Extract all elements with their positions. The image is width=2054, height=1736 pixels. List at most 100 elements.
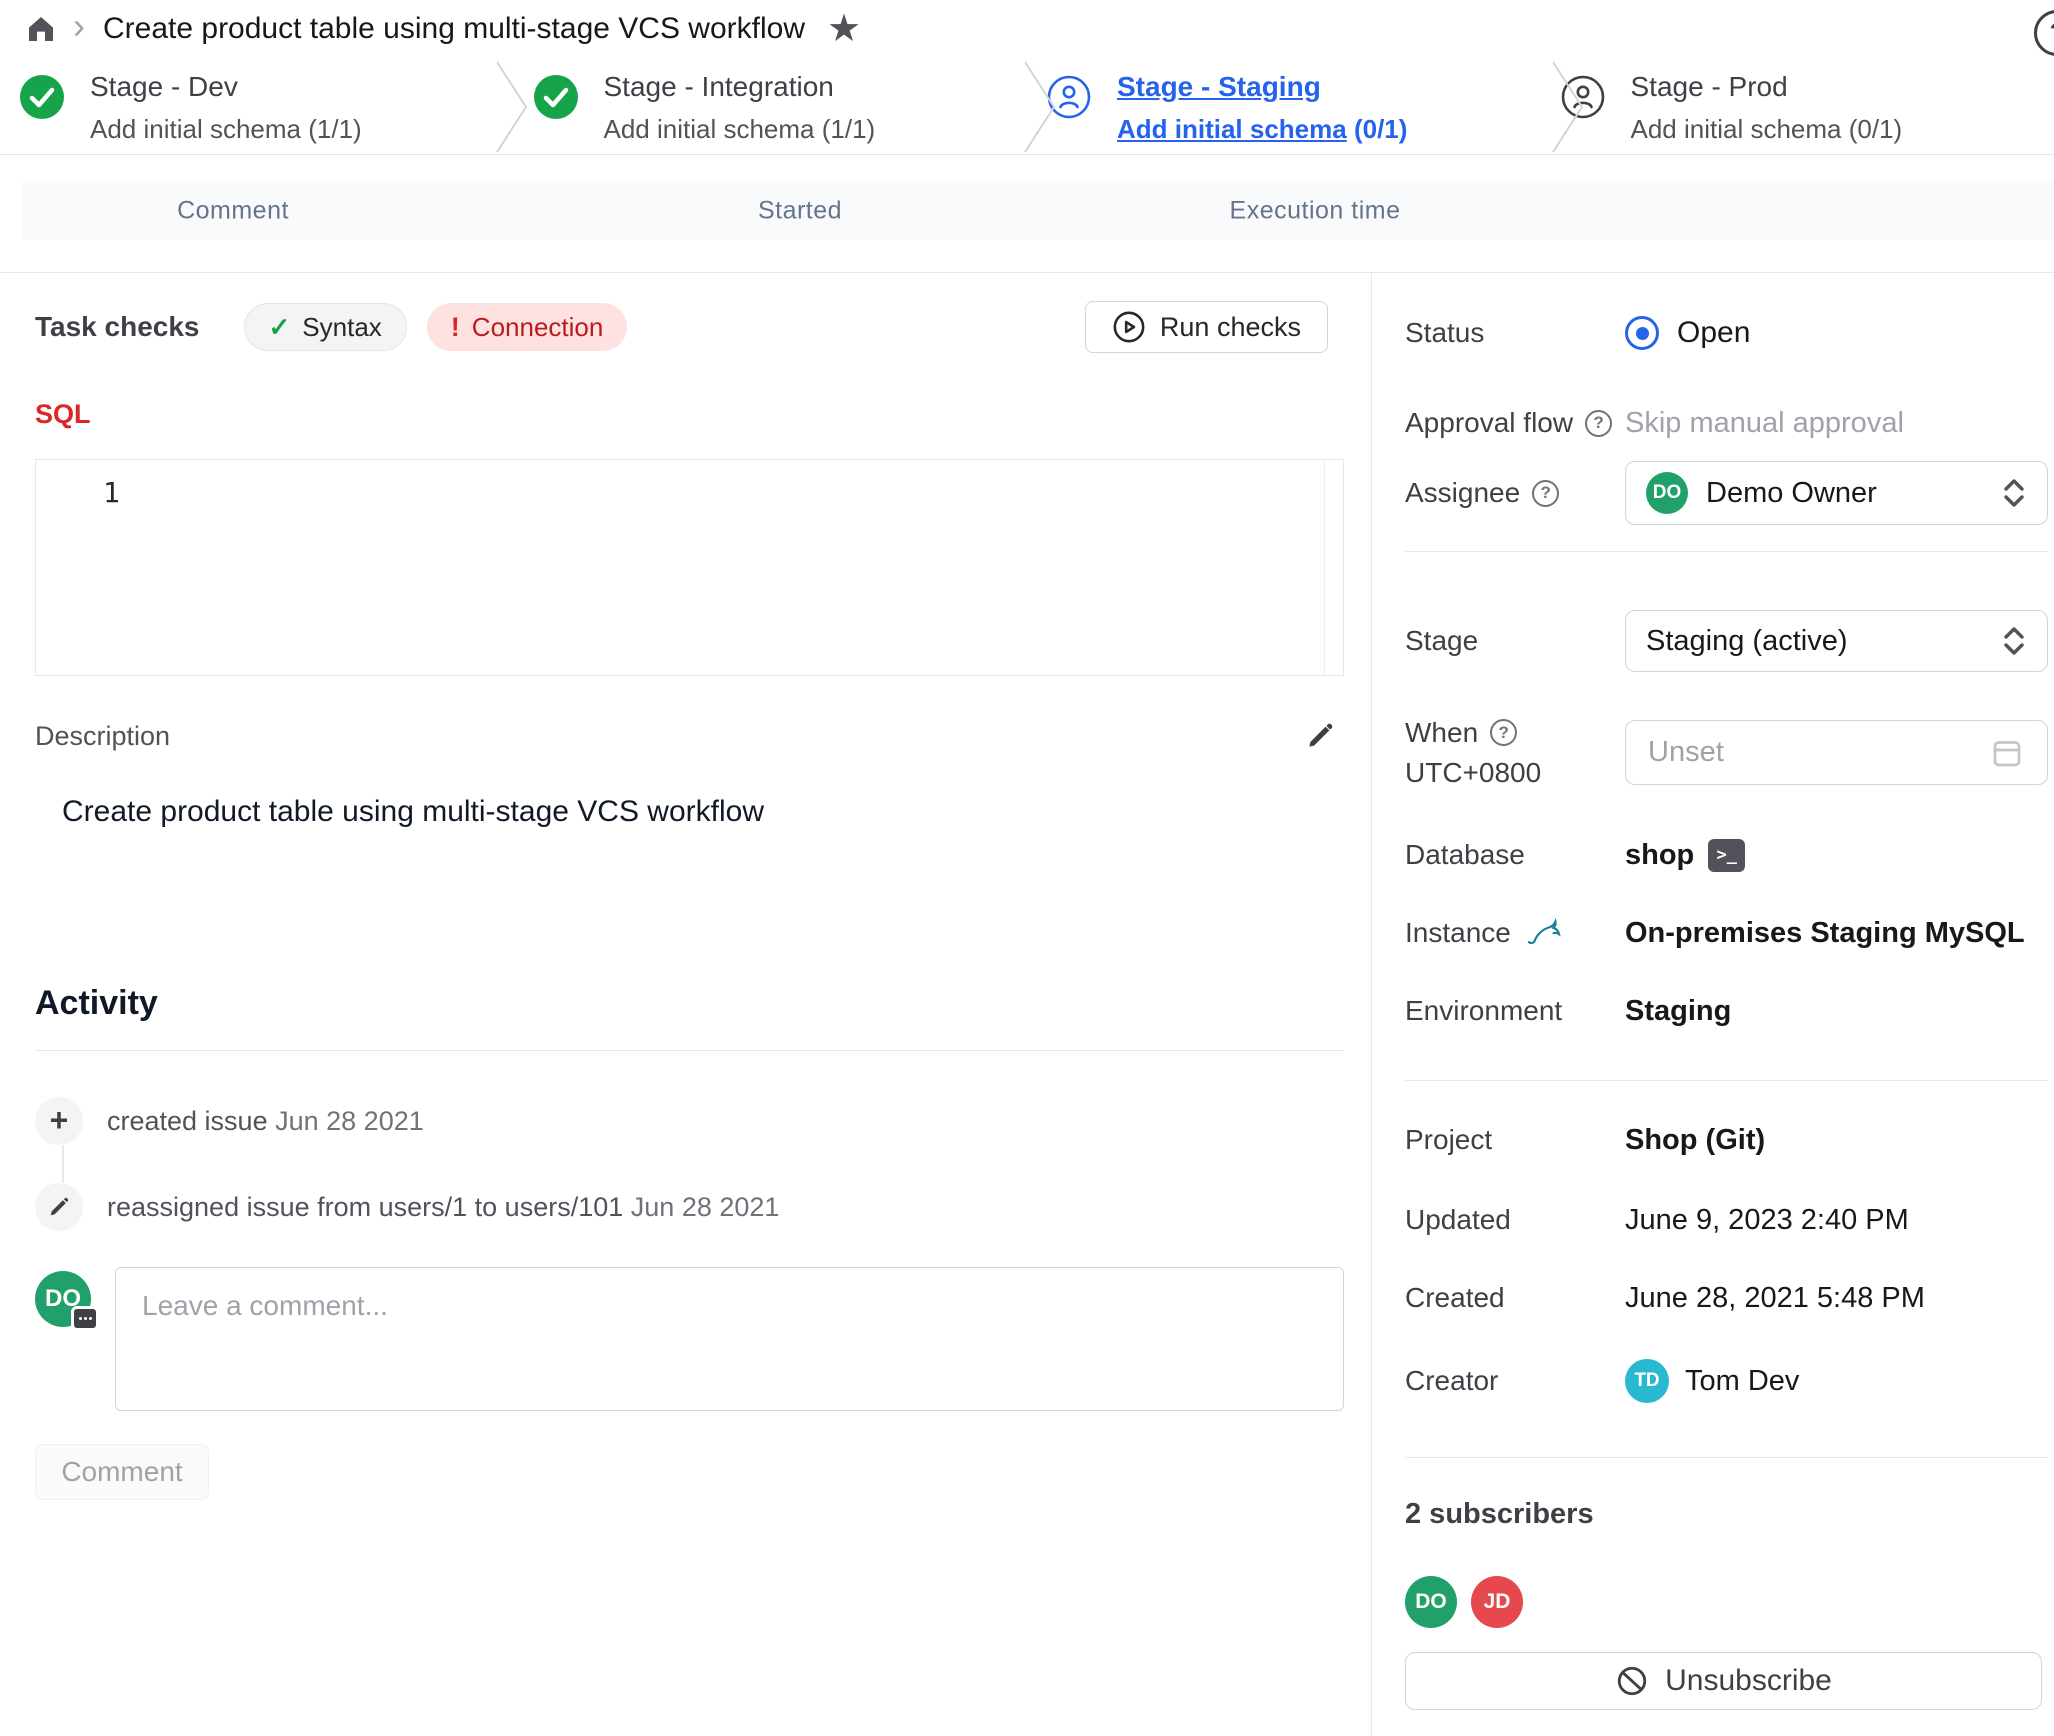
stage-task[interactable]: Add initial schema (1/1) [604,114,876,145]
unsubscribe-button[interactable]: Unsubscribe [1405,1652,2042,1710]
creator-row: Creator TD Tom Dev [1405,1353,2048,1409]
help-icon[interactable]: ? [1490,719,1517,746]
stage-integration[interactable]: Stage - Integration Add initial schema (… [514,58,1028,154]
description-text: Create product table using multi-stage V… [62,792,1344,832]
chevron-up-down-icon [2001,625,2027,657]
creator-value[interactable]: TD Tom Dev [1625,1359,1799,1403]
run-checks-button[interactable]: Run checks [1085,301,1328,353]
when-timezone: UTC+0800 [1405,757,1625,789]
column-started: Started [758,196,842,225]
stage-pipeline: Stage - Dev Add initial schema (1/1) Sta… [0,58,2054,155]
pencil-icon [1304,720,1336,752]
calendar-icon [1989,735,2025,771]
ban-icon [1615,1664,1649,1698]
page-title: Create product table using multi-stage V… [103,12,805,46]
assignee-row: Assignee ? DO Demo Owner [1405,461,2048,525]
stage-task[interactable]: Add initial schema (1/1) [90,114,362,145]
project-row: Project Shop (Git) [1405,1115,2048,1165]
stage-task[interactable]: Add initial schema (0/1) [1631,114,1903,145]
issue-main-panel: Task checks ✓ Syntax ! Connection Run ch… [0,273,1372,1736]
chevron-up-down-icon [2001,477,2027,509]
instance-row: Instance On-premises Staging MySQL [1405,908,2048,958]
approval-flow-label: Approval flow ? [1405,407,1625,439]
stage-select[interactable]: Staging (active) [1625,610,2048,672]
avatar[interactable]: JD [1471,1576,1523,1628]
task-checks-label: Task checks [35,311,200,343]
editor-scrollbar[interactable] [1324,460,1325,675]
stage-prod[interactable]: Stage - Prod Add initial schema (0/1) [1541,58,2054,154]
status-label: Status [1405,317,1625,349]
help-icon[interactable]: ? [1532,480,1559,507]
divider [1405,1457,2048,1458]
activity-connector [62,1145,64,1183]
home-icon[interactable] [25,13,57,45]
database-value[interactable]: shop >_ [1625,839,1745,872]
sql-editor[interactable]: 1 [35,459,1344,676]
issue-sidebar: Status Open Approval flow ? Skip manual … [1372,273,2054,1736]
help-icon[interactable]: ? [1585,410,1612,437]
environment-value: Staging [1625,995,1731,1028]
avatar[interactable]: DO [1405,1576,1457,1628]
avatar: TD [1625,1359,1669,1403]
activity-text: created issue Jun 28 2021 [107,1106,424,1137]
check-connection-badge[interactable]: ! Connection [427,303,628,351]
pencil-icon [35,1183,83,1231]
when-date-input[interactable]: Unset [1625,720,2048,785]
line-number: 1 [103,476,120,509]
stage-task[interactable]: Add initial schema (0/1) [1117,114,1407,145]
when-row: When ? UTC+0800 Unset [1405,720,2048,785]
subscribers-heading: 2 subscribers [1405,1492,2048,1536]
error-icon: ! [451,312,460,343]
project-value[interactable]: Shop (Git) [1625,1124,1765,1157]
sql-label: SQL [35,399,1344,433]
column-comment: Comment [177,196,289,225]
assignee-select[interactable]: DO Demo Owner [1625,461,2048,525]
creator-label: Creator [1405,1365,1625,1397]
approval-flow-row: Approval flow ? Skip manual approval [1405,393,2048,453]
database-row: Database shop >_ [1405,830,2048,880]
star-icon[interactable]: ★ [827,10,861,48]
stage-title: Stage - Prod [1631,66,1903,103]
instance-value[interactable]: On-premises Staging MySQL [1625,917,2025,950]
status-value: Open [1625,316,1750,350]
divider [35,1050,1344,1051]
comment-input[interactable] [115,1267,1344,1411]
database-label: Database [1405,839,1625,871]
activity-text: reassigned issue from users/1 to users/1… [107,1192,779,1223]
radio-open-icon[interactable] [1625,316,1659,350]
edit-description-button[interactable] [1304,720,1336,752]
approval-flow-value: Skip manual approval [1625,407,1904,440]
avatar: DO [35,1271,91,1327]
updated-value: June 9, 2023 2:40 PM [1625,1204,1909,1237]
environment-label: Environment [1405,995,1625,1027]
instance-label: Instance [1405,913,1625,953]
check-label: Connection [472,312,604,343]
column-execution-time: Execution time [1230,196,1401,225]
check-circle-icon [20,75,64,119]
environment-row: Environment Staging [1405,986,2048,1036]
stage-staging[interactable]: Stage - Staging Add initial schema (0/1) [1027,58,1541,154]
stage-title: Stage - Staging [1117,66,1407,103]
subscriber-avatars: DO JD [1405,1576,2048,1628]
plus-icon: + [35,1097,83,1145]
comment-button[interactable]: Comment [35,1444,209,1500]
play-circle-icon [1112,310,1146,344]
when-label: When ? UTC+0800 [1405,717,1625,789]
updated-label: Updated [1405,1204,1625,1236]
unsubscribe-label: Unsubscribe [1665,1664,1832,1698]
terminal-icon[interactable]: >_ [1708,839,1745,872]
chat-bubble-icon [71,1306,99,1331]
help-icon[interactable]: ? [2034,10,2054,56]
task-checks-row: Task checks ✓ Syntax ! Connection Run ch… [35,301,1344,353]
stage-dev[interactable]: Stage - Dev Add initial schema (1/1) [0,58,514,154]
avatar: DO [1646,472,1688,514]
check-syntax-badge[interactable]: ✓ Syntax [244,303,407,351]
stage-separator [494,60,530,154]
created-row: Created June 28, 2021 5:48 PM [1405,1273,2048,1323]
check-circle-icon [534,75,578,119]
activity-item: reassigned issue from users/1 to users/1… [35,1183,1344,1231]
activity-heading: Activity [35,984,1344,1026]
when-placeholder: Unset [1648,736,1724,769]
divider [1405,1080,2048,1081]
breadcrumb: › Create product table using multi-stage… [0,0,2054,58]
